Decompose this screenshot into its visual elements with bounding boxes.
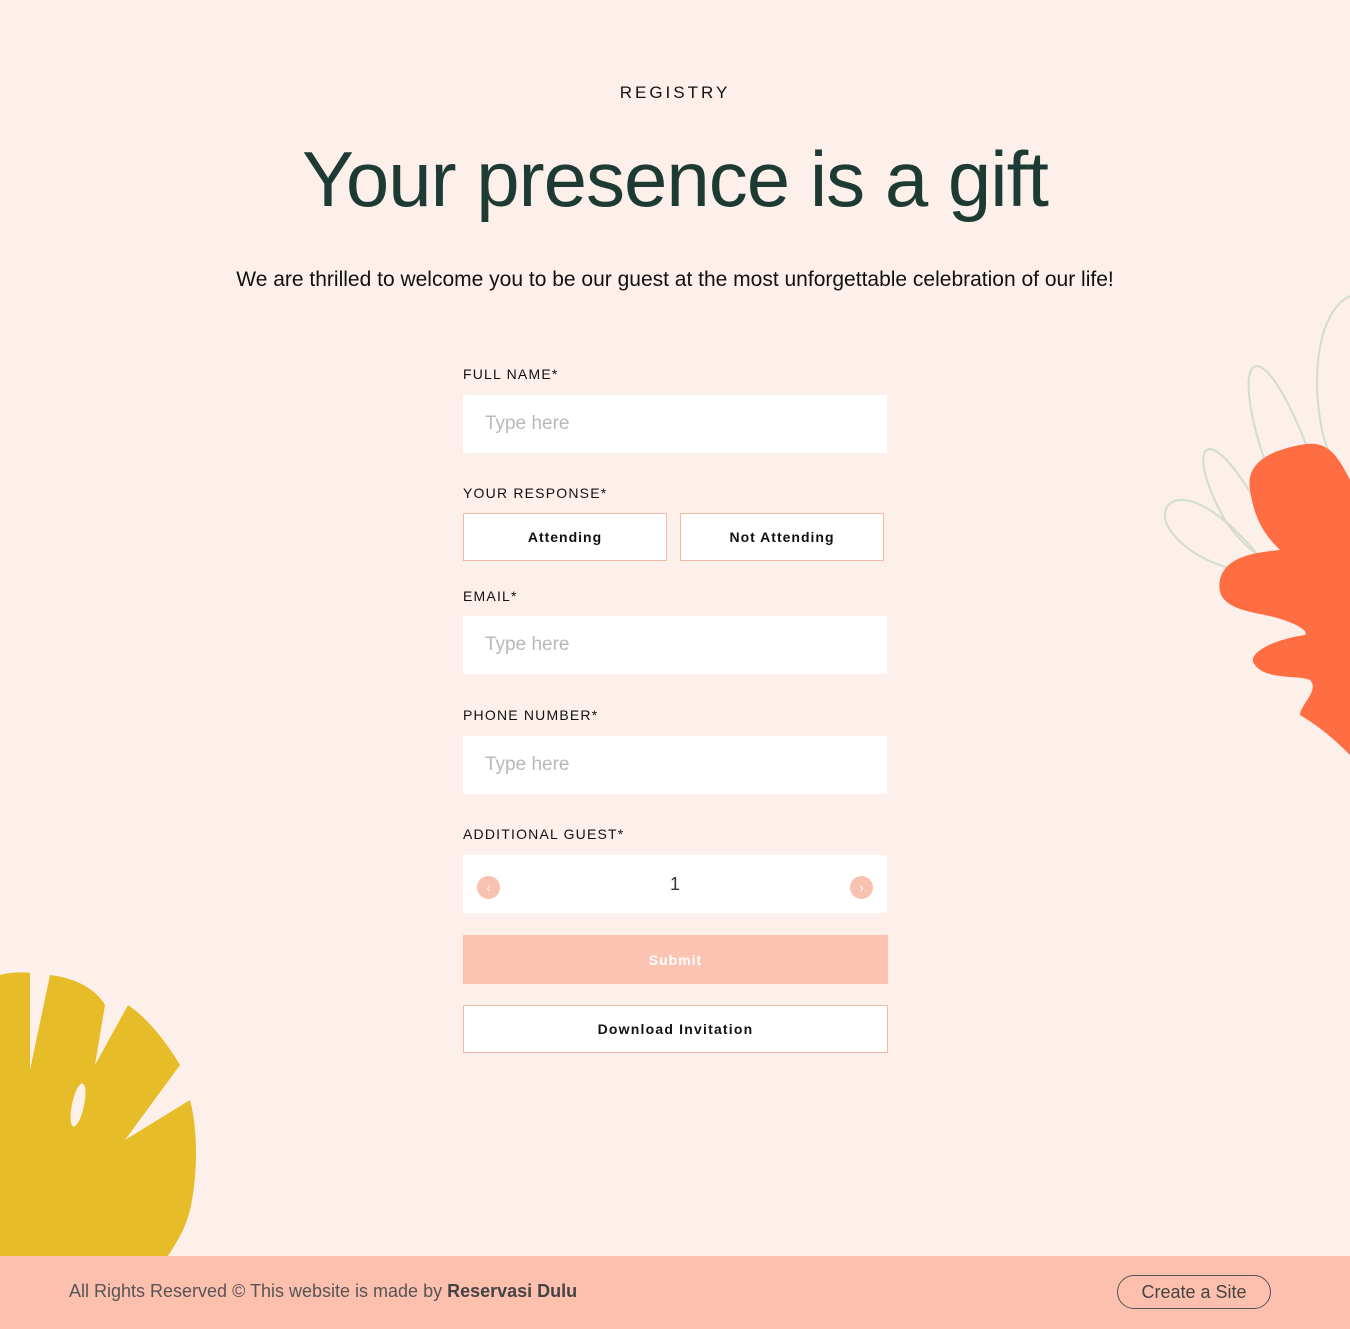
guest-count: 1 xyxy=(669,873,680,894)
download-invitation-button[interactable]: Download Invitation xyxy=(463,1005,888,1053)
guest-label: ADDITIONAL GUEST* xyxy=(463,826,625,842)
submit-button[interactable]: Submit xyxy=(463,935,888,984)
section-eyebrow: REGISTRY xyxy=(619,83,731,102)
phone-label: PHONE NUMBER* xyxy=(463,707,599,723)
not-attending-button[interactable]: Not Attending xyxy=(680,513,884,561)
intro-text: We are thrilled to welcome you to be our… xyxy=(236,268,1114,291)
orange-leaf-decoration xyxy=(1163,295,1350,755)
email-input[interactable] xyxy=(463,616,887,674)
footer-copyright: All Rights Reserved © This website is ma… xyxy=(69,1281,577,1302)
phone-input[interactable] xyxy=(463,736,887,794)
email-label: EMAIL* xyxy=(463,588,518,604)
chevron-right-icon[interactable]: › xyxy=(849,875,873,899)
create-site-button[interactable]: Create a Site xyxy=(1117,1275,1271,1309)
footer: All Rights Reserved © This website is ma… xyxy=(0,1256,1350,1329)
guest-stepper: ‹ 1 › xyxy=(463,855,887,913)
full-name-input[interactable] xyxy=(463,395,887,453)
page-title: Your presence is a gift xyxy=(302,135,1049,223)
chevron-left-icon[interactable]: ‹ xyxy=(477,875,500,899)
full-name-label: FULL NAME* xyxy=(463,366,559,382)
attending-button[interactable]: Attending xyxy=(463,513,667,561)
footer-brand-link[interactable]: Reservasi Dulu xyxy=(447,1281,577,1301)
registry-page: REGISTRY Your presence is a gift We are … xyxy=(0,0,1350,1329)
footer-text: All Rights Reserved © This website is ma… xyxy=(69,1281,443,1301)
response-label: YOUR RESPONSE* xyxy=(463,485,608,501)
yellow-leaf-decoration xyxy=(0,972,196,1256)
